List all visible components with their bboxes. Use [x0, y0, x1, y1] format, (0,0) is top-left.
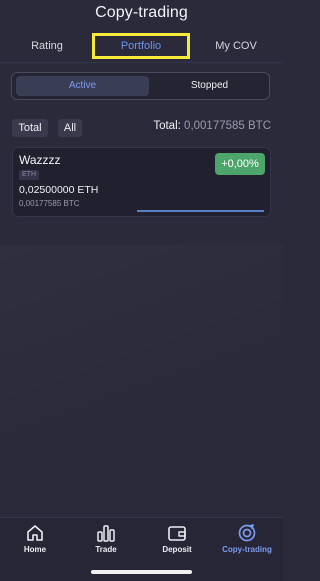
performance-sparkline	[137, 210, 264, 212]
tab-portfolio[interactable]: Portfolio	[92, 33, 190, 59]
filter-total-button[interactable]: Total	[12, 119, 48, 137]
nav-trade[interactable]: Trade	[71, 518, 141, 564]
nav-copy-trading-label: Copy-trading	[222, 545, 272, 554]
segment-active-button[interactable]: Active	[16, 76, 149, 96]
trader-name: Wazzzz	[19, 153, 61, 167]
background-decoration	[0, 245, 283, 515]
portfolio-total: Total: 0,00177585 BTC	[153, 120, 271, 132]
nav-copy-trading[interactable]: Copy-trading	[212, 518, 282, 564]
page-title: Copy-trading	[95, 4, 188, 21]
total-value: 0,00177585 BTC	[184, 120, 271, 132]
home-icon	[27, 525, 43, 541]
tab-my-cov[interactable]: My COV	[205, 33, 267, 59]
nav-deposit[interactable]: Deposit	[142, 518, 212, 564]
bar-chart-icon	[97, 525, 115, 542]
nav-home[interactable]: Home	[0, 518, 70, 564]
tabs-divider	[0, 62, 283, 63]
nav-home-label: Home	[23, 545, 47, 554]
status-segmented-control: Active Stopped	[11, 72, 270, 100]
filter-all-button[interactable]: All	[58, 119, 82, 137]
position-card[interactable]: Wazzzz ETH 0,02500000 ETH 0,00177585 BTC…	[12, 147, 271, 217]
home-indicator	[91, 570, 192, 574]
pnl-badge: +0,00%	[215, 153, 265, 175]
segment-stopped-button[interactable]: Stopped	[153, 76, 266, 96]
nav-trade-label: Trade	[95, 545, 117, 554]
copy-trading-icon	[238, 524, 256, 542]
nav-deposit-label: Deposit	[162, 545, 192, 554]
total-label: Total:	[153, 120, 181, 132]
top-tabs: Rating Portfolio My COV	[0, 33, 283, 59]
position-amount-btc: 0,00177585 BTC	[19, 199, 80, 208]
asset-badge: ETH	[19, 170, 39, 180]
wallet-icon	[168, 526, 186, 541]
tab-rating[interactable]: Rating	[16, 33, 78, 59]
position-amount-eth: 0,02500000 ETH	[19, 184, 99, 196]
